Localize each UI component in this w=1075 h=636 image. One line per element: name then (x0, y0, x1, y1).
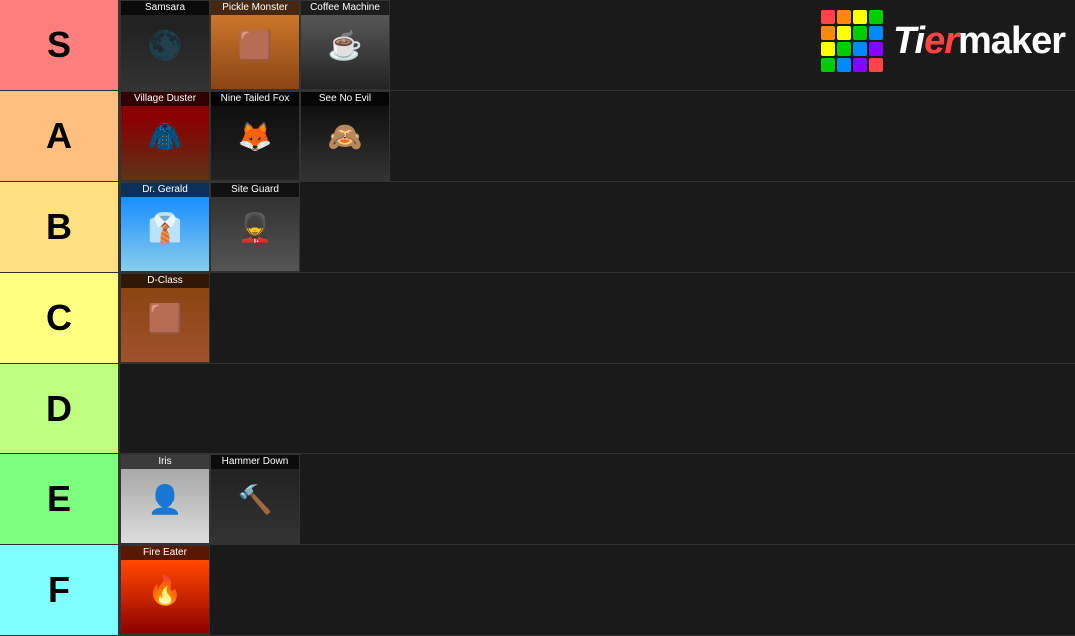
logo-text: Tiermaker (893, 20, 1065, 63)
tier-item-coffee-machine[interactable]: Coffee Machine☕ (300, 0, 390, 90)
logo-area: Tiermaker (821, 10, 1065, 72)
tier-content-a: Village Duster🧥Nine Tailed Fox🦊See No Ev… (120, 91, 1075, 181)
tier-item-label-site-guard: Site Guard (211, 183, 299, 197)
logo-text-tier: Ti (893, 20, 924, 62)
tier-item-hammer-down[interactable]: Hammer Down🔨 (210, 454, 300, 544)
logo-cell (821, 42, 835, 56)
logo-cell (853, 58, 867, 72)
tier-row-d: D (0, 364, 1075, 454)
tier-item-samsara[interactable]: Samsara🌑 (120, 0, 210, 90)
tier-content-f: Fire Eater🔥 (120, 545, 1075, 635)
tier-item-fire-eater[interactable]: Fire Eater🔥 (120, 545, 210, 635)
logo-grid (821, 10, 883, 72)
tier-content-b: Dr. Gerald👔Site Guard💂 (120, 182, 1075, 272)
tier-label-a: A (0, 91, 120, 181)
logo-maker: maker (958, 20, 1065, 62)
tier-row-a: AVillage Duster🧥Nine Tailed Fox🦊See No E… (0, 91, 1075, 182)
logo-cell (821, 58, 835, 72)
tier-row-c: CD-Class🟫 (0, 273, 1075, 364)
tier-item-dr-gerald[interactable]: Dr. Gerald👔 (120, 182, 210, 272)
logo-cell (821, 26, 835, 40)
logo-er: er (924, 20, 958, 62)
logo-cell (821, 10, 835, 24)
logo-cell (853, 26, 867, 40)
tier-item-iris[interactable]: Iris👤 (120, 454, 210, 544)
tier-row-f: FFire Eater🔥 (0, 545, 1075, 636)
logo-cell (853, 42, 867, 56)
tier-item-label-fire-eater: Fire Eater (121, 546, 209, 560)
tier-item-nine-tailed-fox[interactable]: Nine Tailed Fox🦊 (210, 91, 300, 181)
tier-content-e: Iris👤Hammer Down🔨 (120, 454, 1075, 544)
tier-label-b: B (0, 182, 120, 272)
logo-cell (837, 58, 851, 72)
tier-item-village-duster[interactable]: Village Duster🧥 (120, 91, 210, 181)
logo-cell (837, 42, 851, 56)
logo-cell (869, 26, 883, 40)
logo-cell (837, 10, 851, 24)
logo-cell (869, 42, 883, 56)
tier-row-e: EIris👤Hammer Down🔨 (0, 454, 1075, 545)
tier-label-c: C (0, 273, 120, 363)
tier-content-c: D-Class🟫 (120, 273, 1075, 363)
tier-label-e: E (0, 454, 120, 544)
tier-table: SSamsara🌑Pickle Monster🟫Coffee Machine☕A… (0, 0, 1075, 636)
tier-item-d-class[interactable]: D-Class🟫 (120, 273, 210, 363)
tier-item-pickle-monster[interactable]: Pickle Monster🟫 (210, 0, 300, 90)
logo-cell (869, 10, 883, 24)
tier-row-b: BDr. Gerald👔Site Guard💂 (0, 182, 1075, 273)
tier-label-s: S (0, 0, 120, 90)
logo-cell (869, 58, 883, 72)
tier-content-d (120, 364, 1075, 453)
tier-item-label-d-class: D-Class (121, 274, 209, 288)
logo-cell (853, 10, 867, 24)
tier-item-label-coffee-machine: Coffee Machine (301, 1, 389, 15)
tier-item-label-village-duster: Village Duster (121, 92, 209, 106)
tier-item-label-nine-tailed-fox: Nine Tailed Fox (211, 92, 299, 106)
tier-item-site-guard[interactable]: Site Guard💂 (210, 182, 300, 272)
tier-item-label-hammer-down: Hammer Down (211, 455, 299, 469)
logo-cell (837, 26, 851, 40)
tier-item-label-dr-gerald: Dr. Gerald (121, 183, 209, 197)
tier-label-d: D (0, 364, 120, 453)
tier-item-label-pickle-monster: Pickle Monster (211, 1, 299, 15)
tier-item-label-iris: Iris (121, 455, 209, 469)
tier-item-see-no-evil[interactable]: See No Evil🙈 (300, 91, 390, 181)
tier-item-label-samsara: Samsara (121, 1, 209, 15)
tier-label-f: F (0, 545, 120, 635)
tier-item-label-see-no-evil: See No Evil (301, 92, 389, 106)
